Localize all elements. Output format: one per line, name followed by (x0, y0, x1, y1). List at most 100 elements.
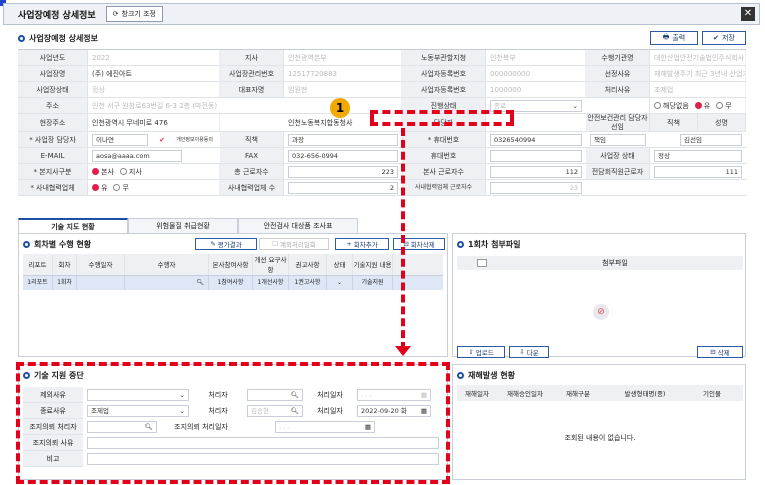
cell-improvement[interactable]: 1개선사항 (253, 276, 289, 290)
section-title-text: 사업장예정 상세정보 (29, 34, 99, 43)
search-icon[interactable]: 🔍︎ (196, 279, 204, 286)
radio-group-safety: 해당없음 유 무 (650, 98, 746, 113)
radio-circle (113, 184, 121, 191)
select-all-checkbox[interactable] (477, 259, 487, 267)
label-site-contact: * 사업장 담당자 (18, 132, 88, 147)
radio-sub-yes[interactable]: 유 (92, 180, 107, 195)
chevron-down-icon: ⌄ (572, 102, 578, 110)
save-button[interactable]: ✔ 저장 (702, 31, 746, 45)
radio-sub-yes-label: 유 (101, 183, 108, 192)
contact-name-input[interactable]: 이나연 (92, 134, 149, 146)
radio-sub-no-label: 무 (122, 183, 129, 192)
label-email: E-MAIL (18, 148, 88, 163)
accident-title: 재해발생 현황 (457, 370, 515, 381)
table-row[interactable]: 1리포트 1회차 🔍︎ 1참여사항 1개선사항 1권고사항 ⌄ 기술지원 (23, 276, 443, 290)
visits-title-text: 회차별 수행 현황 (34, 240, 92, 249)
delete-file-button[interactable]: ⊟ 삭제 (697, 346, 743, 358)
delete-icon: ⊟ (710, 348, 716, 356)
form-row-3: 사업장상태 정상 대표자명 임원현 사업자등록번호 1000000 처리사유 조… (18, 82, 746, 98)
col-date: 수행일자 (77, 254, 125, 275)
dedicated-workers-input[interactable]: 111 (654, 166, 742, 178)
cell-tech-support[interactable]: 기술지원 (353, 276, 393, 290)
cell-hq-participation[interactable]: 1참여사항 (209, 276, 253, 290)
exclude-visit-button[interactable]: ☐ 계외처리일회 (259, 238, 329, 250)
label-process-reason: 처리사유 (586, 82, 650, 97)
label-biz-number: 사업자등록번호 (402, 66, 486, 81)
label-address: 주소 (18, 98, 88, 113)
print-label: 출력 (672, 34, 686, 42)
radio-circle (119, 168, 127, 175)
label-total-workers: 총 근로자수 (220, 164, 284, 179)
cell-report[interactable]: 1리포트 (23, 276, 53, 290)
download-icon: ⇩ (519, 348, 525, 356)
cell-recommendation[interactable]: 1권고사항 (289, 276, 327, 290)
cell-status-select[interactable]: ⌄ (327, 276, 353, 290)
radio-no[interactable]: 무 (716, 98, 732, 113)
section-bullet-icon (457, 241, 464, 248)
label-subcontractor-workers: 사내협력업체 근로자수 (402, 180, 486, 195)
arrow-down-icon (395, 346, 411, 356)
tab-tech-guidance[interactable]: 기술 지도 현황 (18, 218, 128, 233)
plus-icon: + (346, 240, 352, 248)
no-file-icon: ⊘ (593, 304, 609, 320)
col-hq-participation: 본사참여사항 (209, 254, 253, 275)
cell-date[interactable] (77, 276, 125, 290)
blank-label (586, 98, 650, 113)
delete-file-label: 삭제 (717, 349, 730, 357)
radio-hq[interactable]: 본사 (92, 164, 114, 179)
check-icon: ✔ (713, 34, 719, 42)
value-selection-reason: 재해발생주기 최근 3년내 산업기계로 인한 사고 (650, 66, 746, 81)
download-button[interactable]: ⇩ 다운 (509, 346, 549, 358)
upload-button[interactable]: ⇪ 업로드 (457, 346, 505, 358)
tab-safety-inspection[interactable]: 안전검사 대상품 조사표 (238, 218, 358, 233)
radio-yes-label: 유 (703, 101, 711, 110)
radio-sub-no[interactable]: 무 (113, 180, 129, 195)
total-workers-input[interactable]: 223 (288, 166, 398, 178)
manager-name-input[interactable]: 김선임 (680, 134, 742, 146)
visits-panel: 회차별 수행 현황 ✎ 평가결과 ☐ 계외처리일회 + 회차추가 ⊟ 회차삭제 리포트 … (18, 233, 448, 357)
position-input[interactable]: 과장 (288, 134, 398, 146)
site-state-input[interactable]: 정상 (654, 150, 742, 162)
radio-circle (716, 102, 724, 109)
eval-result-button[interactable]: ✎ 평가결과 (195, 238, 257, 250)
total-workers-cell: 223 (284, 164, 402, 179)
cell-performer[interactable]: 🔍︎ (125, 276, 209, 290)
label-mobile-2: 휴대번호 (402, 148, 486, 163)
close-icon[interactable]: ✕ (741, 7, 755, 21)
label-year: 사업년도 (18, 50, 88, 65)
add-visit-button[interactable]: + 회차추가 (335, 238, 389, 250)
radio-yes[interactable]: 유 (694, 98, 711, 113)
value-site-address: 인천광역시 무네미로 476 (88, 114, 220, 131)
hq-workers-input[interactable]: 112 (490, 166, 582, 178)
accident-grid-header: 재해일자 재해승인일자 재해구분 발생형태명(중) 기인물 (457, 385, 743, 401)
col-accident-type: 재해구분 (566, 390, 590, 398)
value-biz-number-2: 1000000 (486, 82, 586, 97)
resize-window-button[interactable]: ⟳ 창크기 조정 (105, 6, 163, 22)
mobile-input[interactable]: 0326540994 (490, 134, 582, 146)
dedicated-workers-cell: 111 (650, 164, 746, 179)
fax-input[interactable]: 032-656-0994 (288, 150, 398, 162)
hq-workers-cell: 112 (486, 164, 586, 179)
mobile2-input[interactable] (490, 150, 582, 162)
manager-position-input[interactable]: 책임 (590, 134, 646, 146)
delete-visit-label: 회차삭제 (410, 241, 435, 249)
print-button[interactable]: 🖶 출력 (650, 31, 698, 45)
label-safety-manager: 안전보건관리 담당자 선임 (586, 114, 650, 131)
visits-title: 회차별 수행 현황 (23, 239, 91, 250)
section-title-detail: 사업장예정 상세정보 (18, 33, 98, 44)
eval-result-label: 평가결과 (217, 241, 242, 249)
subcontractor-workers-input[interactable]: 23 (490, 182, 582, 194)
radio-none[interactable]: 해당없음 (654, 98, 689, 113)
label-mobile: * 휴대번호 (402, 132, 486, 147)
subcontractor-count-input[interactable]: 2 (288, 182, 398, 194)
value-address: 인천 서구 원창로63번길 6-3 2층 (마전동) (88, 98, 402, 113)
radio-branch[interactable]: 지사 (119, 164, 142, 179)
email-input[interactable]: aosa@aaaa.com (92, 150, 182, 162)
refresh-icon: ⟳ (112, 10, 119, 18)
label-labor-office: 노동부관할지청 (402, 50, 486, 65)
tab-hazard-materials[interactable]: 위험물질 취급현황 (128, 218, 238, 233)
hq-branch-radio-group: 본사 지사 (88, 164, 220, 179)
label-branch: 지사 (220, 50, 284, 65)
chevron-down-icon: ⌄ (336, 279, 343, 286)
privacy-consent-checkbox[interactable]: ✔ 개인정보이용동의 (156, 134, 216, 146)
